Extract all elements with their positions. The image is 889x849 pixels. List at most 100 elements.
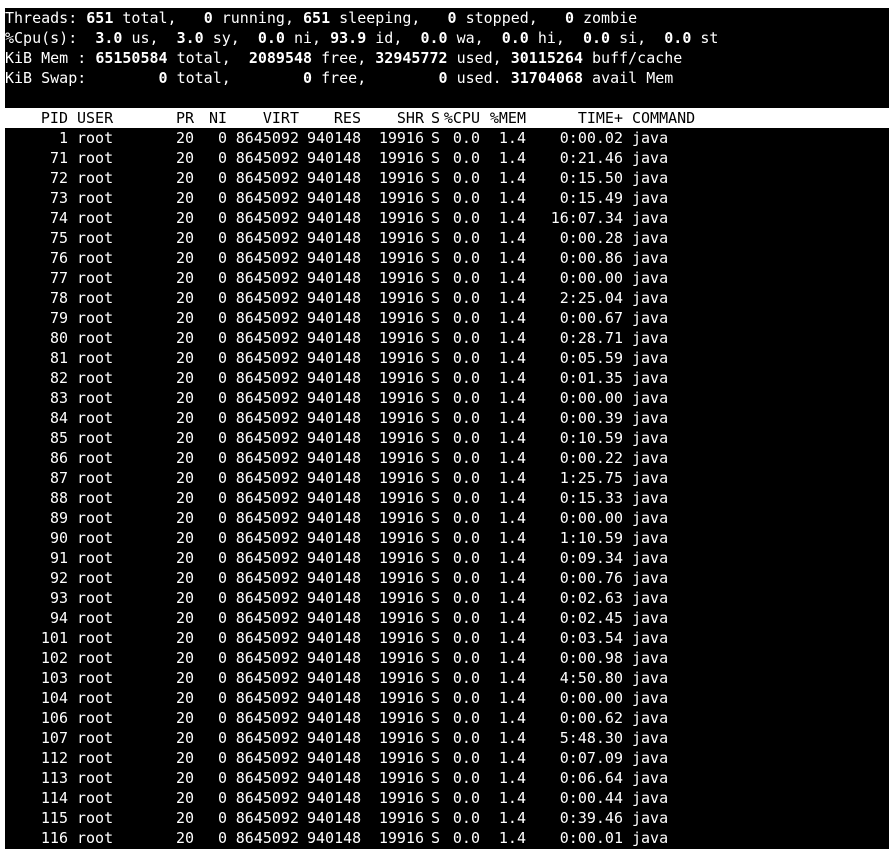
cell-cpu: 0.0 — [452, 769, 480, 787]
col-header-virt[interactable]: VIRT — [227, 108, 299, 128]
cell-nice: 0 — [217, 589, 227, 607]
cell-mem: 1.4 — [498, 209, 526, 227]
table-row[interactable]: 82 root 20 0 8645092 940148 19916 S 0.0 1.4 0:01.3… — [5, 368, 889, 388]
col-header-command[interactable]: COMMAND — [623, 108, 695, 128]
table-row[interactable]: 113 root 20 0 8645092 940148 19916 S 0.0 1.4 0:06.… — [5, 768, 889, 788]
table-row[interactable]: 91 root 20 0 8645092 940148 19916 S 0.0 1.4 0:09.3… — [5, 548, 889, 568]
cell-res: 940148 — [307, 629, 362, 647]
table-row[interactable]: 71 root 20 0 8645092 940148 19916 S 0.0 1.4 0:21.4… — [5, 148, 889, 168]
cell-res: 940148 — [307, 249, 362, 267]
process-table-body: 1 root 20 0 8645092 940148 19916 S 0.0 1.4 0:00.02… — [5, 128, 889, 848]
cell-virt: 8645092 — [235, 409, 299, 427]
cell-cpu: 0.0 — [452, 209, 480, 227]
cell-mem: 1.4 — [498, 269, 526, 287]
cell-priority: 20 — [175, 589, 194, 607]
table-row[interactable]: 115 root 20 0 8645092 940148 19916 S 0.0 1.4 0:39.… — [5, 808, 889, 828]
cell-time: 0:01.35 — [559, 369, 623, 387]
cell-shr: 19916 — [378, 209, 424, 227]
cell-priority: 20 — [175, 769, 194, 787]
table-row[interactable]: 101 root 20 0 8645092 940148 19916 S 0.0 1.4 0:03.… — [5, 628, 889, 648]
table-row[interactable]: 107 root 20 0 8645092 940148 19916 S 0.0 1.4 5:48.… — [5, 728, 889, 748]
table-row[interactable]: 116 root 20 0 8645092 940148 19916 S 0.0 1.4 0:00.… — [5, 828, 889, 848]
mem-summary-line: KiB Mem : 65150584 total, 2089548 free, … — [5, 48, 889, 68]
cell-priority: 20 — [175, 609, 194, 627]
cell-nice: 0 — [217, 349, 227, 367]
table-row[interactable]: 103 root 20 0 8645092 940148 19916 S 0.0 1.4 4:50.… — [5, 668, 889, 688]
terminal-window[interactable]: Threads: 651 total, 0 running, 651 sleep… — [5, 8, 889, 849]
cell-res: 940148 — [307, 749, 362, 767]
table-row[interactable]: 74 root 20 0 8645092 940148 19916 S 0.0 1.4 16:07.… — [5, 208, 889, 228]
cell-time: 0:02.63 — [559, 589, 623, 607]
col-header-pid[interactable]: PID — [5, 108, 68, 128]
cell-pid: 76 — [49, 249, 68, 267]
table-row[interactable]: 102 root 20 0 8645092 940148 19916 S 0.0 1.4 0:00.… — [5, 648, 889, 668]
col-header-shr[interactable]: SHR — [361, 108, 424, 128]
table-row[interactable]: 76 root 20 0 8645092 940148 19916 S 0.0 1.4 0:00.8… — [5, 248, 889, 268]
table-row[interactable]: 80 root 20 0 8645092 940148 19916 S 0.0 1.4 0:28.7… — [5, 328, 889, 348]
cell-user: root — [77, 289, 114, 307]
cell-user: root — [77, 669, 114, 687]
cell-res: 940148 — [307, 429, 362, 447]
table-row[interactable]: 83 root 20 0 8645092 940148 19916 S 0.0 1.4 0:00.0… — [5, 388, 889, 408]
cell-nice: 0 — [217, 709, 227, 727]
table-row[interactable]: 73 root 20 0 8645092 940148 19916 S 0.0 1.4 0:15.4… — [5, 188, 889, 208]
cell-time: 0:00.02 — [559, 129, 623, 147]
table-row[interactable]: 92 root 20 0 8645092 940148 19916 S 0.0 1.4 0:00.7… — [5, 568, 889, 588]
cell-priority: 20 — [175, 469, 194, 487]
col-header-s[interactable]: S — [424, 108, 440, 128]
table-row[interactable]: 112 root 20 0 8645092 940148 19916 S 0.0 1.4 0:07.… — [5, 748, 889, 768]
table-row[interactable]: 77 root 20 0 8645092 940148 19916 S 0.0 1.4 0:00.0… — [5, 268, 889, 288]
col-header-time[interactable]: TIME+ — [526, 108, 623, 128]
col-header-res[interactable]: RES — [299, 108, 361, 128]
col-header-user[interactable]: USER — [68, 108, 157, 128]
cell-state: S — [430, 409, 440, 427]
cell-virt: 8645092 — [235, 749, 299, 767]
table-row[interactable]: 106 root 20 0 8645092 940148 19916 S 0.0 1.4 0:00.… — [5, 708, 889, 728]
cell-mem: 1.4 — [498, 469, 526, 487]
table-row[interactable]: 84 root 20 0 8645092 940148 19916 S 0.0 1.4 0:00.3… — [5, 408, 889, 428]
col-header-ni[interactable]: NI — [194, 108, 227, 128]
cell-priority: 20 — [175, 389, 194, 407]
cell-shr: 19916 — [378, 509, 424, 527]
cell-virt: 8645092 — [235, 669, 299, 687]
table-row[interactable]: 85 root 20 0 8645092 940148 19916 S 0.0 1.4 0:10.5… — [5, 428, 889, 448]
table-row[interactable]: 93 root 20 0 8645092 940148 19916 S 0.0 1.4 0:02.6… — [5, 588, 889, 608]
cell-command: java — [632, 829, 669, 847]
cell-state: S — [430, 229, 440, 247]
cell-virt: 8645092 — [235, 609, 299, 627]
table-row[interactable]: 94 root 20 0 8645092 940148 19916 S 0.0 1.4 0:02.4… — [5, 608, 889, 628]
cell-state: S — [430, 369, 440, 387]
cell-res: 940148 — [307, 169, 362, 187]
col-header-pr[interactable]: PR — [157, 108, 194, 128]
table-row[interactable]: 81 root 20 0 8645092 940148 19916 S 0.0 1.4 0:05.5… — [5, 348, 889, 368]
col-header-cpu[interactable]: %CPU — [440, 108, 480, 128]
table-row[interactable]: 1 root 20 0 8645092 940148 19916 S 0.0 1.4 0:00.02… — [5, 128, 889, 148]
cell-nice: 0 — [217, 149, 227, 167]
cpu-hi-value: 0.0 — [501, 29, 529, 47]
col-header-mem[interactable]: %MEM — [480, 108, 526, 128]
cell-command: java — [632, 289, 669, 307]
table-row[interactable]: 88 root 20 0 8645092 940148 19916 S 0.0 1.4 0:15.3… — [5, 488, 889, 508]
cell-priority: 20 — [175, 509, 194, 527]
cell-user: root — [77, 229, 114, 247]
cell-time: 1:25.75 — [559, 469, 623, 487]
table-row[interactable]: 75 root 20 0 8645092 940148 19916 S 0.0 1.4 0:00.2… — [5, 228, 889, 248]
cell-user: root — [77, 489, 114, 507]
cpu-summary-line: %Cpu(s): 3.0 us, 3.0 sy, 0.0 ni, 93.9 id… — [5, 28, 889, 48]
table-row[interactable]: 79 root 20 0 8645092 940148 19916 S 0.0 1.4 0:00.6… — [5, 308, 889, 328]
table-row[interactable]: 89 root 20 0 8645092 940148 19916 S 0.0 1.4 0:00.0… — [5, 508, 889, 528]
cell-virt: 8645092 — [235, 449, 299, 467]
cell-user: root — [77, 829, 114, 847]
cell-virt: 8645092 — [235, 789, 299, 807]
table-row[interactable]: 86 root 20 0 8645092 940148 19916 S 0.0 1.4 0:00.2… — [5, 448, 889, 468]
table-row[interactable]: 104 root 20 0 8645092 940148 19916 S 0.0 1.4 0:00.… — [5, 688, 889, 708]
table-row[interactable]: 78 root 20 0 8645092 940148 19916 S 0.0 1.4 2:25.0… — [5, 288, 889, 308]
cell-time: 0:00.28 — [559, 229, 623, 247]
cell-virt: 8645092 — [235, 469, 299, 487]
table-row[interactable]: 72 root 20 0 8645092 940148 19916 S 0.0 1.4 0:15.5… — [5, 168, 889, 188]
table-row[interactable]: 114 root 20 0 8645092 940148 19916 S 0.0 1.4 0:00.… — [5, 788, 889, 808]
table-row[interactable]: 87 root 20 0 8645092 940148 19916 S 0.0 1.4 1:25.7… — [5, 468, 889, 488]
cell-priority: 20 — [175, 489, 194, 507]
table-row[interactable]: 90 root 20 0 8645092 940148 19916 S 0.0 1.4 1:10.5… — [5, 528, 889, 548]
cell-user: root — [77, 729, 114, 747]
